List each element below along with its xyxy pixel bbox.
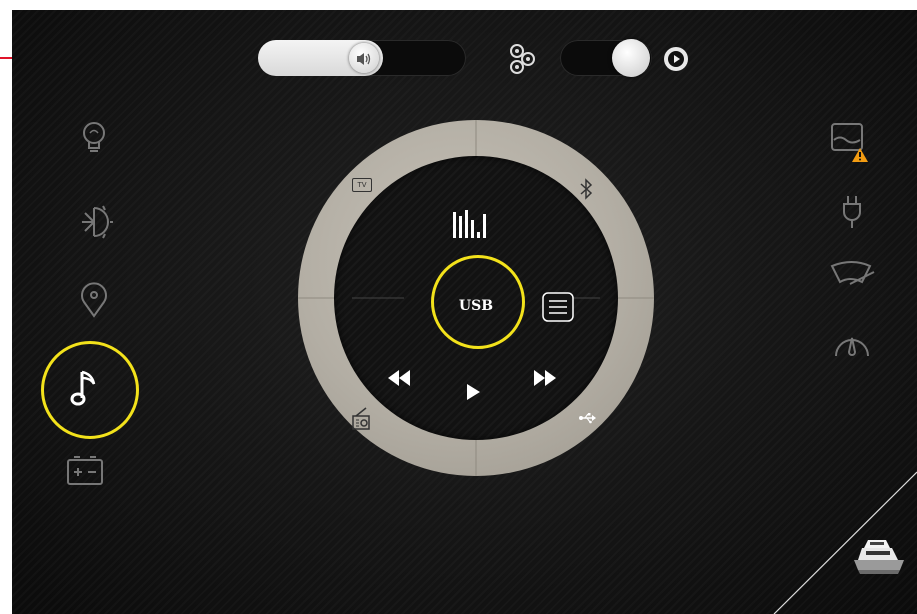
tv-source-button[interactable]: TV (352, 178, 374, 196)
battery-icon[interactable] (64, 450, 108, 494)
speaker-icon (356, 51, 372, 65)
music-highlight-circle (41, 341, 139, 439)
usb-icon[interactable] (578, 410, 596, 424)
list-icon[interactable] (542, 292, 574, 322)
fast-forward-icon[interactable] (534, 370, 556, 386)
rewind-icon[interactable] (388, 370, 410, 386)
boat-image (848, 530, 910, 578)
radio-icon[interactable] (350, 404, 374, 432)
volume-slider-knob[interactable] (349, 43, 379, 73)
bluetooth-icon[interactable] (578, 178, 594, 200)
boat-control-screen: TV USB (12, 10, 917, 614)
source-toggle-knob[interactable] (612, 39, 650, 77)
gauge-icon[interactable] (830, 322, 874, 366)
play-icon[interactable] (467, 384, 481, 400)
play-circle-icon[interactable] (663, 46, 689, 72)
source-toggle[interactable] (560, 39, 652, 77)
usb-highlight-circle (431, 255, 525, 349)
speakers-icon[interactable] (508, 42, 538, 76)
location-pin-icon[interactable] (72, 278, 116, 322)
plug-icon[interactable] (830, 190, 874, 234)
volume-slider[interactable] (258, 40, 466, 76)
tv-label: TV (352, 178, 372, 192)
lightbulb-icon[interactable] (72, 116, 116, 160)
equalizer-icon[interactable] (450, 208, 494, 242)
sun-snowflake-icon[interactable] (72, 200, 116, 244)
tank-level-warning-icon[interactable] (826, 118, 876, 166)
wiper-icon[interactable] (828, 254, 878, 298)
